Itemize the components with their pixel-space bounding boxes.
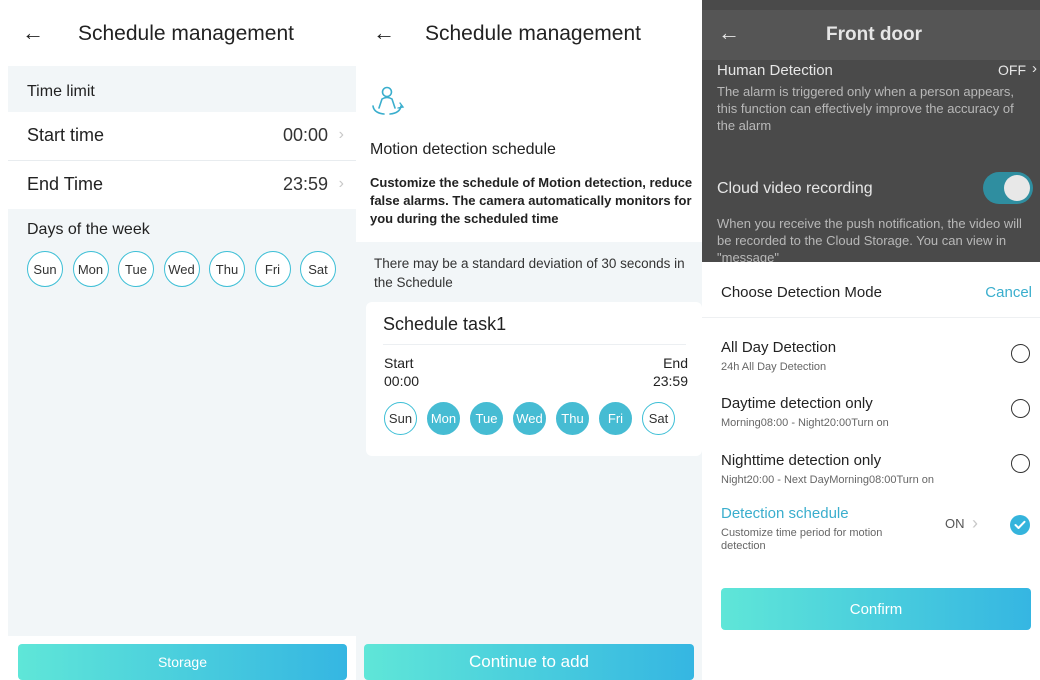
chevron-right-icon: › <box>338 126 344 143</box>
cancel-button[interactable]: Cancel <box>985 284 1032 301</box>
end-time-label: End Time <box>27 174 104 194</box>
start-time-value: 00:00 <box>282 125 328 145</box>
confirm-button[interactable]: Confirm <box>721 588 1031 630</box>
schedule-status-value: ON <box>945 516 965 531</box>
days-of-week-selector: Sun Mon Tue Wed Thu Fri Sat <box>27 251 346 287</box>
task-start-label: Start <box>384 355 414 371</box>
task-day-sat: Sat <box>642 402 675 435</box>
page-title: Schedule management <box>78 22 294 45</box>
cloud-recording-toggle[interactable] <box>983 172 1033 204</box>
day-toggle-thu[interactable]: Thu <box>209 251 245 287</box>
back-arrow-icon[interactable]: ← <box>718 20 744 46</box>
human-detection-label: Human Detection <box>717 62 833 79</box>
option-subtitle: Customize time period for motion detecti… <box>721 527 883 552</box>
storage-button[interactable]: Storage <box>18 644 347 680</box>
day-toggle-mon[interactable]: Mon <box>72 251 109 287</box>
task-day-sun: Sun <box>384 402 417 435</box>
task-day-wed: Wed <box>513 402 546 435</box>
deviation-note: There may be a standard deviation of 30 … <box>374 256 685 290</box>
option-subtitle: 24h All Day Detection <box>721 361 827 373</box>
schedule-task-card[interactable]: Schedule task1 Start 00:00 End 23:59 Sun… <box>366 302 702 456</box>
task-days: Sun Mon Tue Wed Thu Fri Sat <box>384 402 675 435</box>
page-title: Front door <box>826 24 923 45</box>
radio-unchecked-icon[interactable] <box>1011 454 1030 473</box>
end-time-row[interactable]: End Time 23:59 › <box>8 161 356 209</box>
task-day-tue: Tue <box>470 402 503 435</box>
page-title: Schedule management <box>425 22 641 45</box>
motion-person-icon <box>372 86 405 115</box>
chevron-right-icon: › <box>972 513 978 533</box>
radio-checked-icon[interactable] <box>1010 515 1030 535</box>
chevron-right-icon: › <box>1032 60 1037 77</box>
schedule-panel-motion: ← Schedule management Motion detection s… <box>356 0 702 680</box>
option-title: Daytime detection only <box>721 395 873 412</box>
task-end-value: 23:59 <box>652 373 688 389</box>
task-title: Schedule task1 <box>383 314 507 334</box>
cloud-recording-description: When you receive the push notification, … <box>717 216 1022 265</box>
human-detection-value[interactable]: OFF <box>998 62 1026 78</box>
radio-unchecked-icon[interactable] <box>1011 399 1030 418</box>
option-title: All Day Detection <box>721 339 837 356</box>
schedule-panel-time-limit: ← Schedule management Time limit Start t… <box>0 0 356 680</box>
radio-unchecked-icon[interactable] <box>1011 344 1030 363</box>
task-day-mon: Mon <box>427 402 460 435</box>
continue-to-add-button[interactable]: Continue to add <box>364 644 694 680</box>
divider <box>383 344 686 345</box>
end-time-value: 23:59 <box>282 174 328 194</box>
day-toggle-fri[interactable]: Fri <box>254 251 291 287</box>
chevron-right-icon: › <box>338 175 344 192</box>
header: ← Schedule management <box>356 0 702 66</box>
option-subtitle: Night20:00 - Next DayMorning08:00Turn on <box>721 474 934 486</box>
task-day-fri: Fri <box>599 402 632 435</box>
header: ← Schedule management <box>0 0 356 66</box>
start-time-row[interactable]: Start time 00:00 › <box>8 112 356 160</box>
day-toggle-wed[interactable]: Wed <box>163 251 200 287</box>
day-toggle-sat[interactable]: Sat <box>300 251 336 287</box>
sheet-header: Choose Detection Mode Cancel <box>702 262 1040 318</box>
option-title: Detection schedule <box>721 505 849 522</box>
start-time-label: Start time <box>27 125 105 145</box>
section-title-time-limit: Time limit <box>27 83 95 100</box>
cloud-recording-label: Cloud video recording <box>717 180 873 197</box>
option-subtitle: Morning08:00 - Night20:00Turn on <box>721 417 889 429</box>
back-arrow-icon[interactable]: ← <box>22 20 48 46</box>
detection-mode-sheet: Choose Detection Mode Cancel All Day Det… <box>702 262 1040 680</box>
day-toggle-tue[interactable]: Tue <box>118 251 154 287</box>
day-toggle-sun[interactable]: Sun <box>27 251 63 287</box>
sheet-title: Choose Detection Mode <box>721 284 882 301</box>
option-title: Nighttime detection only <box>721 452 882 469</box>
front-door-settings-panel: ← Front door Human Detection OFF › The a… <box>702 0 1040 680</box>
section-title-days: Days of the week <box>27 221 150 238</box>
back-arrow-icon[interactable]: ← <box>373 20 399 46</box>
motion-schedule-title: Motion detection schedule <box>370 141 556 158</box>
motion-schedule-description: Customize the schedule of Motion detecti… <box>370 175 693 226</box>
task-day-thu: Thu <box>556 402 589 435</box>
task-end-label: End <box>663 355 688 371</box>
task-start-value: 00:00 <box>384 373 420 389</box>
human-detection-description: The alarm is triggered only when a perso… <box>717 84 1014 133</box>
